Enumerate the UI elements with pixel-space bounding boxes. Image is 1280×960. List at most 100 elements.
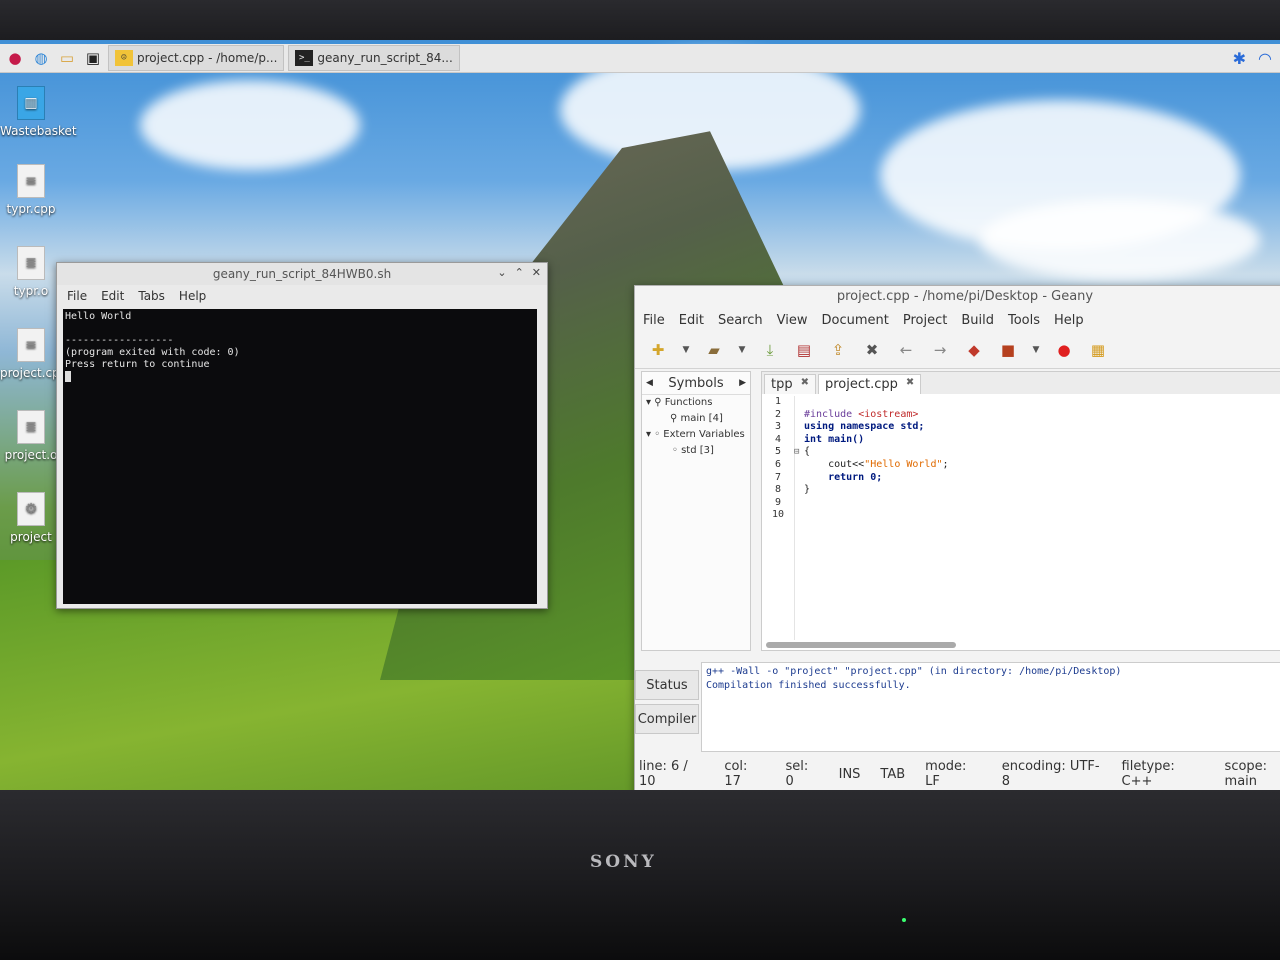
geany-menubar: File Edit Search View Document Project B… (635, 308, 1280, 332)
close-tab-icon[interactable]: ✖ (801, 377, 809, 392)
browser-icon[interactable]: ◍ (30, 47, 52, 69)
tab-tpp[interactable]: tpp ✖ (764, 374, 816, 394)
status-col: col: 17 (724, 759, 748, 789)
menu-help[interactable]: Help (1054, 313, 1084, 328)
line-number: 9 (774, 496, 782, 508)
fold-marker-icon[interactable]: ⊟ (794, 446, 804, 459)
menu-edit[interactable]: Edit (679, 313, 704, 328)
code-token: "Hello World" (864, 458, 943, 470)
save-all-icon[interactable]: ▤ (793, 339, 815, 361)
back-arrow-icon[interactable]: ← (895, 339, 917, 361)
close-tab-icon[interactable]: ✖ (906, 377, 914, 392)
cloud (980, 200, 1260, 280)
bluetooth-icon[interactable]: ✱ (1233, 49, 1246, 68)
taskbar-task-geany[interactable]: ☺ project.cpp - /home/p... (108, 45, 285, 71)
menu-tools[interactable]: Tools (1008, 313, 1040, 328)
monitor-brand-logo: SONY (590, 852, 657, 872)
file-manager-icon[interactable]: ▭ (56, 47, 78, 69)
symbol-group-label: Extern Variables (663, 429, 745, 440)
geany-window: project.cpp - /home/pi/Desktop - Geany F… (634, 285, 1280, 807)
compile-icon[interactable]: ◆ (963, 339, 985, 361)
status-scope: scope: main (1224, 759, 1268, 789)
code-line: using namespace std; (804, 421, 925, 433)
status-bar: line: 6 / 10 col: 17 sel: 0 INS TAB mode… (635, 754, 1280, 794)
forward-arrow-icon[interactable]: → (929, 339, 951, 361)
text-file-icon: ≡ (17, 328, 45, 362)
code-line: #include <iostream> (804, 409, 1280, 422)
line-number: 5 (774, 446, 782, 458)
desktop-icon-file[interactable]: ≣ project.o (0, 410, 62, 462)
tab-compiler[interactable]: Compiler (635, 704, 699, 734)
tab-symbols[interactable]: Symbols (668, 376, 723, 391)
menu-tabs[interactable]: Tabs (138, 289, 165, 303)
wifi-icon[interactable]: ◠ (1258, 49, 1272, 68)
line-number: 3 (774, 421, 782, 433)
minimize-icon[interactable]: ⌄ (497, 266, 506, 279)
close-icon[interactable]: ✕ (532, 266, 541, 279)
function-icon: ⚲ (670, 413, 678, 424)
menu-document[interactable]: Document (821, 313, 888, 328)
code-area[interactable]: 1 2 3 4 5 6 7 8 9 10 ⊟ #include <iostrea… (762, 396, 1280, 640)
line-number: 8 (774, 484, 782, 496)
terminal-console[interactable]: Hello World ------------------ (program … (63, 309, 537, 604)
desktop-icon-file[interactable]: ≡ typr.cpp (0, 164, 62, 216)
run-stop-icon[interactable]: ● (1053, 339, 1075, 361)
build-icon[interactable]: ■ (997, 339, 1019, 361)
system-tray: ✱ ◠ (1233, 49, 1280, 68)
taskbar: ● ◍ ▭ ▣ ☺ project.cpp - /home/p... >_ ge… (0, 44, 1280, 73)
desktop-icon-wastebasket[interactable]: ▥ Wastebasket (0, 86, 77, 138)
chevron-right-icon[interactable]: ▶ (739, 378, 746, 388)
terminal-titlebar[interactable]: geany_run_script_84HWB0.sh ⌄ ⌃ ✕ (57, 263, 547, 285)
chevron-down-icon[interactable]: ▼ (737, 339, 747, 361)
horizontal-scrollbar[interactable] (766, 642, 956, 648)
code-token: cout<< (804, 458, 865, 470)
desktop-icon-file[interactable]: ≡ project.cpp (0, 328, 67, 380)
chevron-left-icon[interactable]: ◀ (646, 378, 653, 388)
chevron-down-icon[interactable]: ▼ (1031, 339, 1041, 361)
compiler-output[interactable]: g++ -Wall -o "project" "project.cpp" (in… (701, 662, 1280, 752)
menu-file[interactable]: File (643, 313, 665, 328)
symbol-group-functions[interactable]: ▾ ⚲ Functions (642, 395, 750, 411)
taskbar-task-terminal[interactable]: >_ geany_run_script_84... (288, 45, 460, 71)
revert-icon[interactable]: ⇪ (827, 339, 849, 361)
maximize-icon[interactable]: ⌃ (515, 266, 524, 279)
line-number-gutter: 1 2 3 4 5 6 7 8 9 10 (762, 396, 795, 640)
tab-status[interactable]: Status (635, 670, 699, 700)
new-file-icon[interactable]: ✚ (647, 339, 669, 361)
menu-edit[interactable]: Edit (101, 289, 124, 303)
chevron-down-icon[interactable]: ▼ (681, 339, 691, 361)
desktop-icon-executable[interactable]: ⚙ project (0, 492, 62, 544)
functions-icon: ⚲ (654, 397, 662, 408)
raspberry-menu-icon[interactable]: ● (4, 47, 26, 69)
cloud (140, 80, 360, 170)
save-icon[interactable]: ⤓ (759, 339, 781, 361)
desktop-icon-file[interactable]: ≣ typr.o (0, 246, 62, 298)
tab-project-cpp[interactable]: project.cpp ✖ (818, 374, 922, 394)
menu-build[interactable]: Build (961, 313, 994, 328)
menu-search[interactable]: Search (718, 313, 763, 328)
symbol-group-label: Functions (664, 397, 713, 408)
menu-help[interactable]: Help (179, 289, 206, 303)
terminal-cursor (65, 371, 71, 382)
terminal-output: Hello World ------------------ (program … (65, 311, 240, 370)
color-chooser-icon[interactable]: ▦ (1087, 339, 1109, 361)
open-folder-icon[interactable]: ▰ (703, 339, 725, 361)
code-line: int main() (804, 433, 865, 445)
geany-titlebar[interactable]: project.cpp - /home/pi/Desktop - Geany (635, 286, 1280, 308)
menu-project[interactable]: Project (903, 313, 947, 328)
close-file-icon[interactable]: ✖ (861, 339, 883, 361)
terminal-title: geany_run_script_84HWB0.sh (212, 267, 392, 281)
desktop-icon-label: project (10, 530, 52, 544)
menu-file[interactable]: File (67, 289, 87, 303)
terminal-launcher-icon[interactable]: ▣ (82, 47, 104, 69)
menu-view[interactable]: View (777, 313, 808, 328)
geany-app-icon: ☺ (115, 50, 133, 66)
status-ins: INS (838, 766, 861, 782)
terminal-menubar: File Edit Tabs Help (57, 285, 547, 307)
tab-label: tpp (771, 377, 793, 392)
status-line: line: 6 / 10 (639, 759, 688, 789)
symbol-item-main[interactable]: ⚲ main [4] (642, 411, 750, 427)
symbol-item-std[interactable]: ◦ std [3] (642, 443, 750, 459)
symbol-group-extern[interactable]: ▾ ◦ Extern Variables (642, 427, 750, 443)
editor-tabs: tpp ✖ project.cpp ✖ (762, 372, 1280, 394)
